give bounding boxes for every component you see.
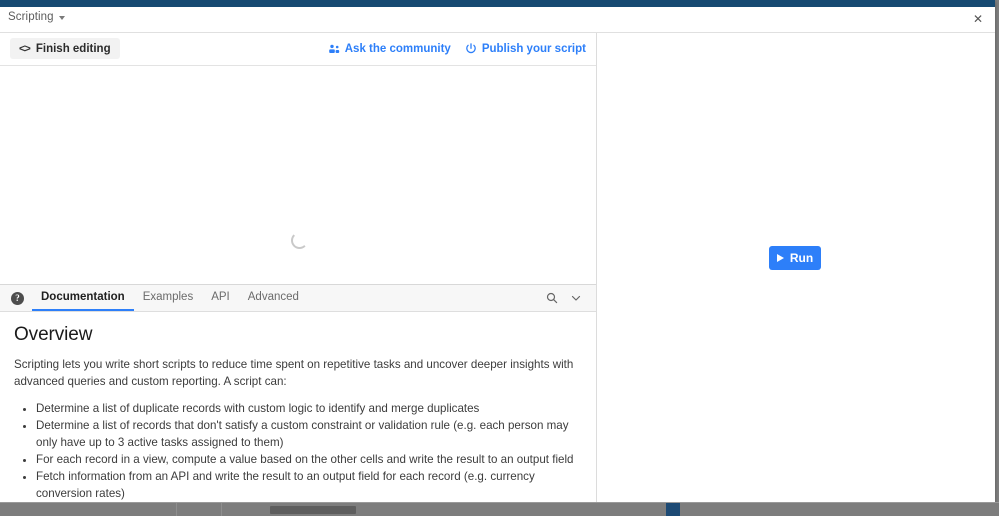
- tab-documentation-label: Documentation: [41, 291, 125, 303]
- taskbar-divider: [176, 503, 222, 516]
- tab-examples[interactable]: Examples: [134, 285, 203, 311]
- documentation-tabbar: ? Documentation Examples API Advanced: [0, 285, 596, 312]
- script-toolbar: <> Finish editing Ask the community Publ…: [0, 33, 596, 66]
- code-brackets-icon: <>: [19, 42, 31, 55]
- chevron-down-icon[interactable]: [58, 15, 65, 20]
- run-button-label: Run: [789, 251, 814, 265]
- capabilities-list: Determine a list of duplicate records wi…: [14, 401, 582, 506]
- publish-your-script-link[interactable]: Publish your script: [465, 43, 586, 55]
- ask-the-community-link[interactable]: Ask the community: [328, 43, 451, 55]
- publish-your-script-label: Publish your script: [481, 43, 586, 55]
- toolbar-links: Ask the community Publish your script: [328, 33, 586, 65]
- window-titlebar: [0, 0, 995, 7]
- documentation-content[interactable]: Overview Scripting lets you write short …: [0, 312, 596, 506]
- list-item: Fetch information from an API and write …: [36, 469, 582, 502]
- documentation-pane: ? Documentation Examples API Advanced Ov…: [0, 284, 596, 506]
- tab-advanced[interactable]: Advanced: [239, 285, 308, 311]
- help-icon[interactable]: ?: [11, 291, 24, 305]
- tab-api-label: API: [211, 291, 230, 303]
- people-icon: [328, 44, 339, 53]
- taskbar-divider: [0, 503, 177, 516]
- browser-tab-strip: Scripting ✕: [0, 7, 995, 33]
- power-icon: [465, 43, 476, 54]
- taskbar: [0, 502, 999, 516]
- tab-advanced-label: Advanced: [247, 291, 299, 303]
- app-body: <> Finish editing Ask the community Publ…: [0, 33, 995, 506]
- search-icon[interactable]: [542, 288, 562, 308]
- app-window: Scripting ✕ <> Finish editing Ask the co…: [0, 0, 995, 506]
- play-icon: [776, 254, 784, 262]
- tab-documentation[interactable]: Documentation: [32, 285, 134, 311]
- chevron-down-icon[interactable]: [566, 288, 586, 308]
- list-item: For each record in a view, compute a val…: [36, 452, 582, 468]
- taskbar-item[interactable]: [270, 506, 356, 514]
- finish-editing-button[interactable]: <> Finish editing: [10, 38, 120, 59]
- overview-paragraph: Scripting lets you write short scripts t…: [14, 358, 574, 388]
- run-button[interactable]: Run: [769, 246, 821, 270]
- overview-heading: Overview: [14, 324, 93, 345]
- desktop-background: Scripting ✕ <> Finish editing Ask the co…: [0, 0, 999, 516]
- documentation-tools: [542, 285, 596, 311]
- list-item: Determine a list of duplicate records wi…: [36, 401, 582, 417]
- script-output-column: Run: [597, 33, 995, 506]
- taskbar-active-item[interactable]: [666, 503, 680, 516]
- document-tab-scripting[interactable]: Scripting: [8, 11, 65, 23]
- loading-spinner-icon: [291, 232, 308, 249]
- finish-editing-label: Finish editing: [35, 42, 111, 55]
- tab-examples-label: Examples: [142, 291, 194, 303]
- document-tab-label: Scripting: [8, 11, 54, 23]
- list-item: Determine a list of records that don't s…: [36, 418, 582, 451]
- tab-api[interactable]: API: [202, 285, 239, 311]
- close-icon[interactable]: ✕: [969, 10, 987, 28]
- ask-the-community-label: Ask the community: [344, 43, 451, 55]
- code-editor-area[interactable]: [0, 66, 596, 284]
- script-editor-column: <> Finish editing Ask the community Publ…: [0, 33, 597, 506]
